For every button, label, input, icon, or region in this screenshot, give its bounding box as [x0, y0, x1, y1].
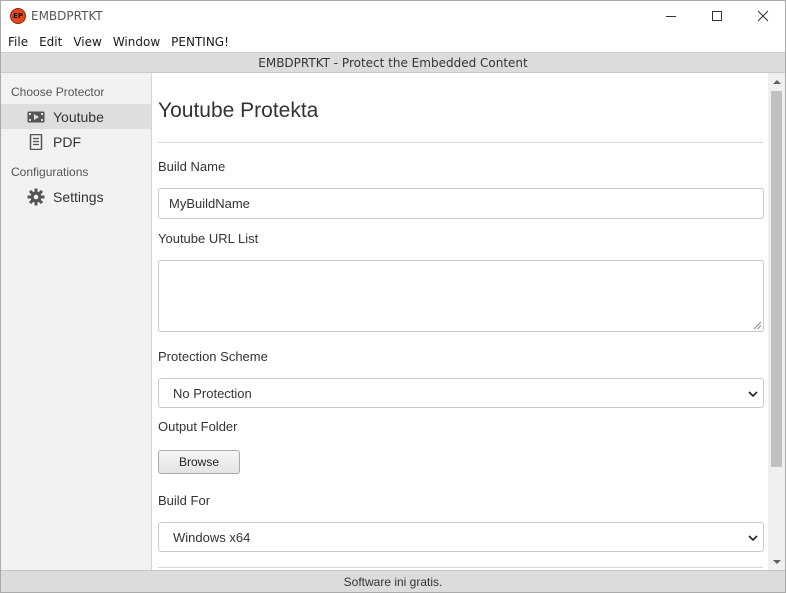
protection-scheme-value: No Protection — [173, 385, 252, 401]
output-folder-label: Output Folder — [158, 419, 238, 434]
divider — [158, 567, 763, 568]
app-window: EP EMBDPRTKT File Edit View Window PENTI… — [0, 0, 786, 593]
sidebar-item-label: Youtube — [53, 108, 104, 125]
arrow-down-icon — [772, 559, 781, 564]
menu-edit[interactable]: Edit — [32, 35, 66, 49]
menu-window[interactable]: Window — [106, 35, 164, 49]
main-panel: Youtube Protekta Build Name Youtube URL … — [153, 73, 768, 570]
arrow-up-icon — [772, 79, 781, 84]
maximize-button[interactable] — [694, 1, 740, 31]
page-title: Youtube Protekta — [158, 99, 319, 122]
protection-scheme-label: Protection Scheme — [158, 349, 268, 364]
menu-view[interactable]: View — [66, 35, 105, 49]
url-list-label: Youtube URL List — [158, 231, 259, 246]
gear-icon — [27, 188, 45, 206]
chevron-down-icon — [748, 391, 758, 398]
sidebar-item-youtube[interactable]: Youtube — [1, 104, 151, 129]
minimize-button[interactable] — [648, 1, 694, 31]
resize-grip-icon[interactable] — [753, 321, 761, 329]
section-configurations: Configurations — [11, 165, 89, 179]
menu-bar: File Edit View Window PENTING! — [1, 31, 785, 52]
scroll-up-button[interactable] — [768, 73, 785, 90]
app-logo-icon: EP — [10, 8, 26, 24]
sidebar-item-pdf[interactable]: PDF — [1, 129, 151, 154]
section-choose-protector: Choose Protector — [11, 85, 105, 99]
scroll-down-button[interactable] — [768, 553, 785, 570]
divider — [158, 142, 763, 143]
build-name-label: Build Name — [158, 159, 226, 174]
menu-penting[interactable]: PENTING! — [164, 35, 233, 49]
build-for-label: Build For — [158, 493, 211, 508]
scroll-thumb[interactable] — [771, 91, 782, 467]
build-for-select[interactable]: Windows x64 — [158, 522, 764, 552]
title-bar[interactable]: EP EMBDPRTKT — [1, 1, 785, 31]
status-bar: Software ini gratis. — [1, 570, 785, 592]
close-icon — [757, 10, 769, 22]
sidebar-item-label: PDF — [53, 133, 81, 150]
video-icon — [27, 108, 45, 126]
chevron-down-icon — [748, 535, 758, 542]
browse-button[interactable]: Browse — [158, 450, 240, 474]
maximize-icon — [712, 11, 722, 21]
sidebar-item-label: Settings — [53, 188, 104, 205]
minimize-icon — [666, 16, 676, 17]
header-banner: EMBDPRTKT - Protect the Embedded Content — [1, 52, 785, 73]
sidebar-item-settings[interactable]: Settings — [1, 184, 151, 209]
vertical-scrollbar[interactable] — [768, 73, 785, 570]
window-title: EMBDPRTKT — [31, 9, 103, 23]
protection-scheme-select[interactable]: No Protection — [158, 378, 764, 408]
close-button[interactable] — [740, 1, 786, 31]
menu-file[interactable]: File — [1, 35, 32, 49]
build-name-input[interactable] — [158, 188, 764, 219]
sidebar: Choose Protector Youtube PDF Configurati… — [1, 73, 152, 570]
url-list-textarea[interactable] — [158, 260, 764, 332]
build-for-value: Windows x64 — [173, 529, 251, 545]
document-icon — [27, 133, 45, 151]
